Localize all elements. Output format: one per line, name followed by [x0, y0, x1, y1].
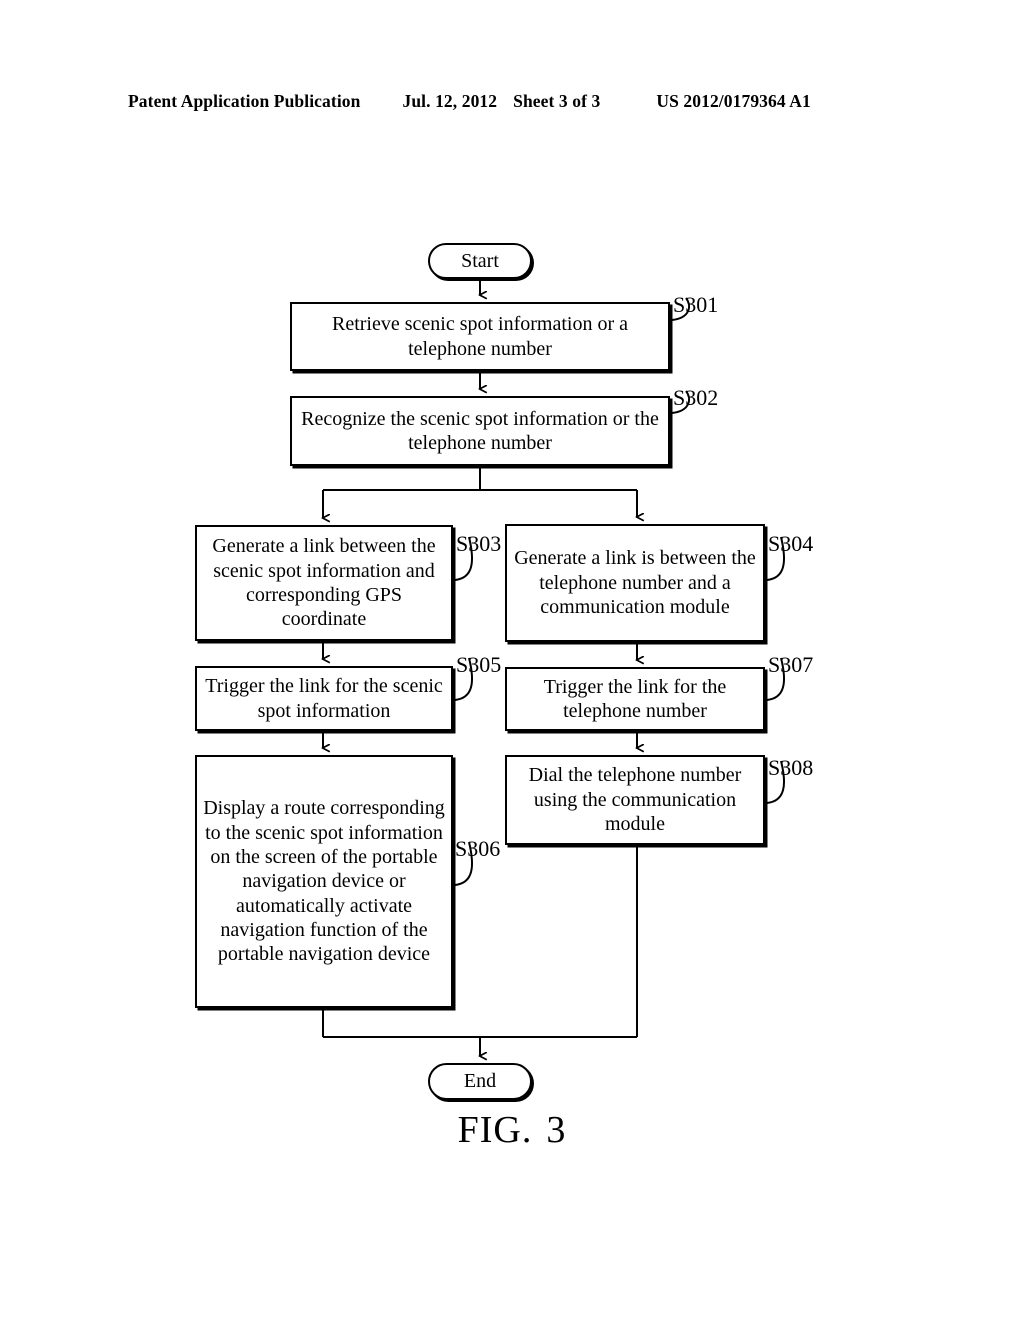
- step-ref-s303: S303: [456, 531, 502, 556]
- start-label: Start: [461, 249, 499, 272]
- step-ref-s302: S302: [673, 385, 719, 410]
- step-s306-text: Display a route corresponding to the sce…: [203, 797, 445, 966]
- step-ref-s301: S301: [673, 292, 719, 317]
- flowchart-step-s302: Recognize the scenic spot information or…: [290, 396, 670, 466]
- step-s301-text: Retrieve scenic spot information or a te…: [331, 313, 628, 360]
- step-s307-text: Trigger the link for the telephone numbe…: [543, 675, 727, 722]
- figure-caption: FIG. 3: [0, 1108, 1024, 1152]
- flowchart-start-terminator: Start: [428, 243, 532, 279]
- flowchart-end-terminator: End: [428, 1063, 532, 1100]
- flowchart-step-s305: Trigger the link for the scenic spot inf…: [195, 666, 453, 731]
- flowchart-step-s303: Generate a link between the scenic spot …: [195, 525, 453, 641]
- step-s302-text: Recognize the scenic spot information or…: [301, 407, 659, 454]
- step-s303-text: Generate a link between the scenic spot …: [212, 535, 436, 631]
- figure-caption-number: 3: [546, 1109, 567, 1151]
- flowchart-step-s306: Display a route corresponding to the sce…: [195, 755, 453, 1008]
- step-s304-text: Generate a link is between the telephone…: [514, 547, 756, 619]
- step-ref-s308: S308: [768, 755, 814, 780]
- flowchart-step-s301: Retrieve scenic spot information or a te…: [290, 302, 670, 371]
- flowchart-step-s304: Generate a link is between the telephone…: [505, 524, 765, 642]
- flowchart-step-s307: Trigger the link for the telephone numbe…: [505, 667, 765, 731]
- step-s308-text: Dial the telephone number using the comm…: [528, 764, 742, 836]
- step-ref-s305: S305: [456, 652, 502, 677]
- step-s305-text: Trigger the link for the scenic spot inf…: [205, 675, 443, 722]
- end-label: End: [463, 1070, 497, 1093]
- flowchart-step-s308: Dial the telephone number using the comm…: [505, 755, 765, 845]
- step-ref-s306: S306: [455, 836, 501, 861]
- step-ref-s307: S307: [768, 652, 814, 677]
- step-ref-s304: S304: [768, 531, 814, 556]
- figure-caption-word: FIG.: [457, 1109, 533, 1151]
